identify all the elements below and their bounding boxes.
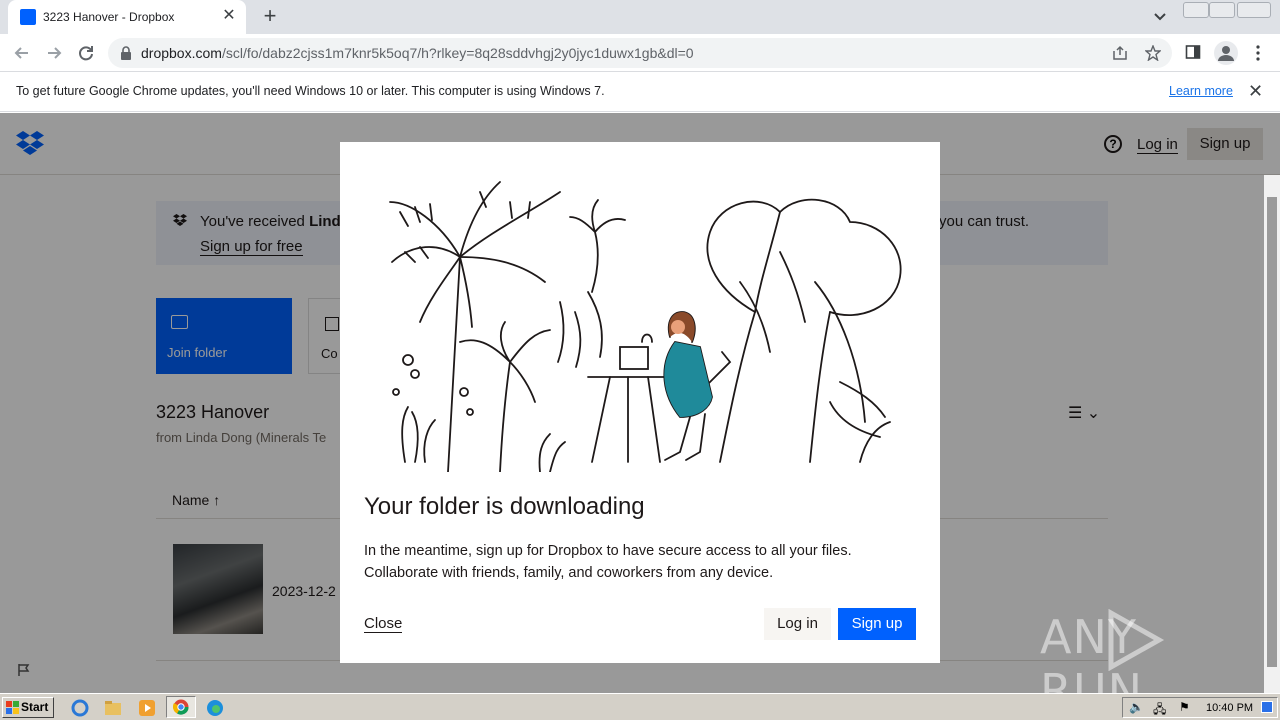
windows-logo-icon	[6, 701, 19, 714]
reload-icon[interactable]	[75, 42, 97, 64]
profile-avatar-icon[interactable]	[1214, 41, 1238, 65]
scrollbar-thumb[interactable]	[1267, 197, 1277, 667]
volume-icon[interactable]: 🔈	[1129, 700, 1144, 714]
action-center-flag-icon[interactable]: ⚑	[1179, 700, 1190, 714]
cafe-illustration	[389, 181, 902, 472]
minimize-button[interactable]	[1183, 2, 1209, 18]
new-tab-button[interactable]: +	[258, 5, 282, 28]
windows-taskbar: Start 🔈 🖧 ⚑ 10:40 PM	[0, 693, 1280, 720]
tab-strip: 3223 Hanover - Dropbox ✕ +	[0, 0, 1280, 34]
tab-title: 3223 Hanover - Dropbox	[43, 10, 175, 24]
modal-body-line-2: Collaborate with friends, family, and co…	[364, 565, 774, 581]
browser-toolbar: dropbox.com/scl/fo/dabz2cjss1m7knr5k5oq7…	[0, 34, 1280, 72]
bookmark-star-icon[interactable]	[1145, 45, 1161, 61]
modal-close-link[interactable]: Close	[364, 615, 403, 633]
chrome-icon	[173, 699, 189, 715]
edge-icon[interactable]	[205, 698, 225, 718]
download-modal: Your folder is downloading In the meanti…	[340, 142, 940, 663]
explorer-icon[interactable]	[103, 698, 123, 718]
back-icon[interactable]	[11, 42, 33, 64]
modal-body-line-1: In the meantime, sign up for Dropbox to …	[364, 543, 852, 559]
anyrun-play-icon	[1108, 609, 1165, 671]
modal-title: Your folder is downloading	[364, 493, 645, 520]
media-player-icon[interactable]	[137, 698, 157, 718]
taskbar-clock: 10:40 PM	[1206, 702, 1254, 714]
address-bar[interactable]: dropbox.com/scl/fo/dabz2cjss1m7knr5k5oq7…	[108, 38, 1172, 68]
side-panel-icon[interactable]	[1185, 44, 1201, 60]
network-icon[interactable]: 🖧	[1153, 700, 1166, 721]
browser-tab[interactable]: 3223 Hanover - Dropbox ✕	[8, 0, 246, 34]
ie-icon[interactable]	[70, 698, 90, 718]
learn-more-link[interactable]: Learn more	[1169, 84, 1233, 98]
system-tray: 🔈 🖧 ⚑	[1122, 697, 1278, 718]
maximize-button[interactable]	[1209, 2, 1235, 18]
close-tab-icon[interactable]: ✕	[220, 7, 238, 25]
url-text: dropbox.com/scl/fo/dabz2cjss1m7knr5k5oq7…	[141, 45, 694, 61]
chrome-taskbar-button[interactable]	[166, 696, 196, 718]
start-label: Start	[21, 700, 49, 714]
menu-kebab-icon[interactable]	[1252, 44, 1264, 62]
infobar-close-icon[interactable]: ✕	[1248, 81, 1263, 102]
modal-body: In the meantime, sign up for Dropbox to …	[364, 540, 904, 584]
infobar-message: To get future Google Chrome updates, you…	[16, 84, 605, 98]
close-window-button[interactable]	[1237, 2, 1271, 18]
tab-search-chevron-icon[interactable]	[1150, 8, 1170, 26]
modal-login-button[interactable]: Log in	[764, 608, 831, 640]
show-desktop-icon[interactable]	[1261, 701, 1273, 713]
update-infobar: To get future Google Chrome updates, you…	[0, 72, 1280, 112]
dropbox-favicon-icon	[20, 9, 36, 25]
forward-icon[interactable]	[43, 42, 65, 64]
modal-signup-button[interactable]: Sign up	[838, 608, 916, 640]
start-button[interactable]: Start	[2, 697, 54, 718]
lock-icon[interactable]	[120, 46, 132, 60]
share-icon[interactable]	[1112, 45, 1128, 61]
